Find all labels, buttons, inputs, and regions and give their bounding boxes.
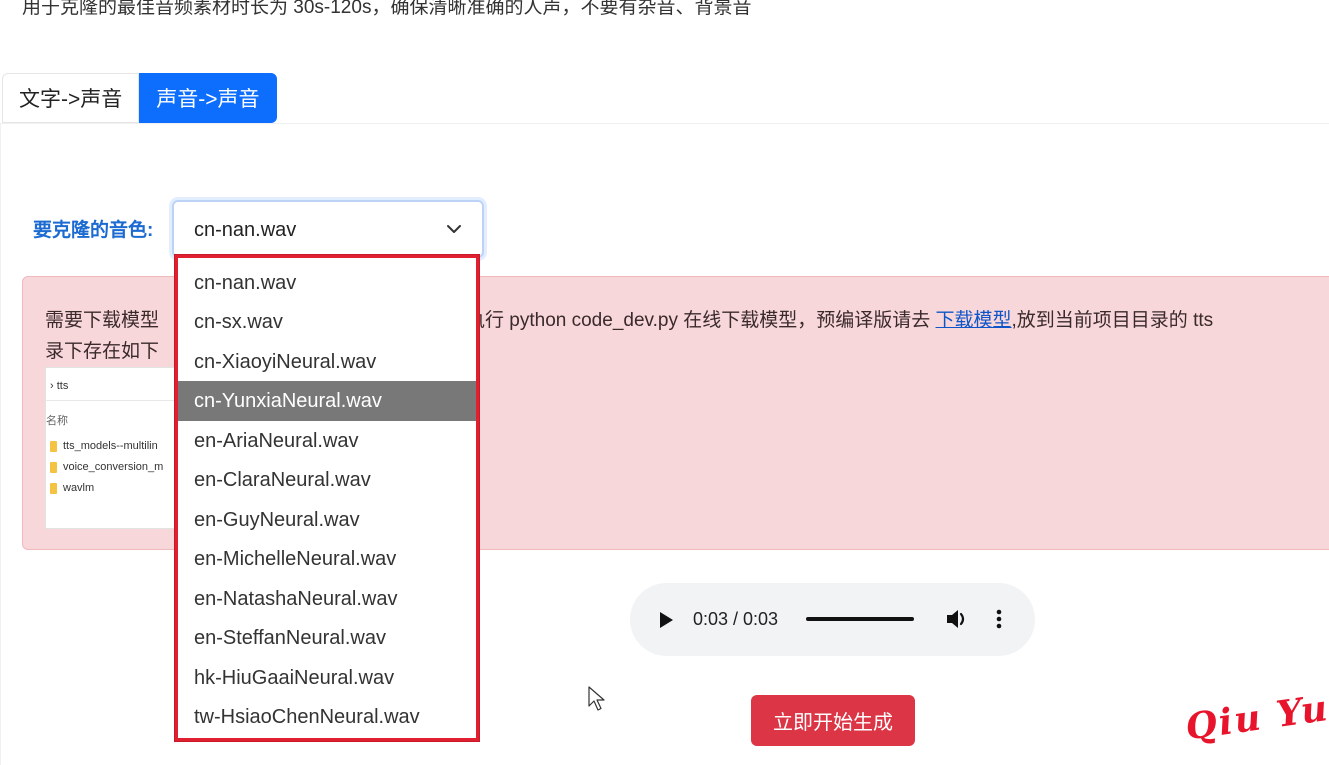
audio-progress-bar[interactable] [806,617,914,621]
dropdown-option[interactable]: en-GuyNeural.wav [178,500,476,540]
tab-text-to-voice[interactable]: 文字->声音 [2,73,140,123]
dropdown-option[interactable]: cn-sx.wav [178,302,476,342]
volume-icon[interactable] [945,608,969,630]
dropdown-option-highlighted[interactable]: cn-YunxiaNeural.wav [178,381,476,421]
dropdown-option[interactable]: en-ClaraNeural.wav [178,460,476,500]
folder-path: › tts [50,380,69,392]
voice-dropdown-list: cn-nan.wav cn-sx.wav cn-XiaoyiNeural.wav… [175,255,479,741]
start-generate-button[interactable]: 立即开始生成 [751,695,915,746]
dropdown-option[interactable]: en-SteffanNeural.wav [178,618,476,658]
folder-icon [50,482,57,494]
mode-tabs: 文字->声音 声音->声音 [2,73,277,123]
dropdown-option[interactable]: tw-HsiaoChenNeural.wav [178,697,476,737]
folder-icon [50,461,57,473]
folder-item: voice_conversion_m [50,461,163,473]
play-icon[interactable] [660,612,673,628]
chevron-down-icon [447,225,461,233]
audio-time: 0:03 / 0:03 [693,609,779,629]
voice-select[interactable]: cn-nan.wav [172,200,484,258]
more-options-icon[interactable] [994,608,1004,630]
voice-select-value: cn-nan.wav [194,219,297,241]
mouse-cursor-icon [588,686,605,711]
dropdown-option[interactable]: hk-HiuGaaiNeural.wav [178,658,476,698]
dropdown-option[interactable]: cn-XiaoyiNeural.wav [178,342,476,382]
dropdown-option[interactable]: en-MichelleNeural.wav [178,539,476,579]
folder-item: tts_models--multilin [50,440,158,452]
dropdown-option[interactable]: en-NatashaNeural.wav [178,579,476,619]
folder-column-header: 名称 [46,415,68,427]
top-note: 用于克隆的最佳音频素材时长为 30s-120s，确保清晰准确的人声，不要有杂音、… [22,0,752,18]
dropdown-option[interactable]: en-AriaNeural.wav [178,421,476,461]
tab-voice-to-voice[interactable]: 声音->声音 [139,73,277,123]
download-model-link[interactable]: 下载模型 [936,310,1012,331]
audio-player: 0:03 / 0:03 [630,583,1035,656]
voice-select-label: 要克隆的音色: [33,220,154,241]
folder-icon [50,440,57,452]
folder-item: wavlm [50,482,94,494]
dropdown-option[interactable]: cn-nan.wav [178,263,476,303]
